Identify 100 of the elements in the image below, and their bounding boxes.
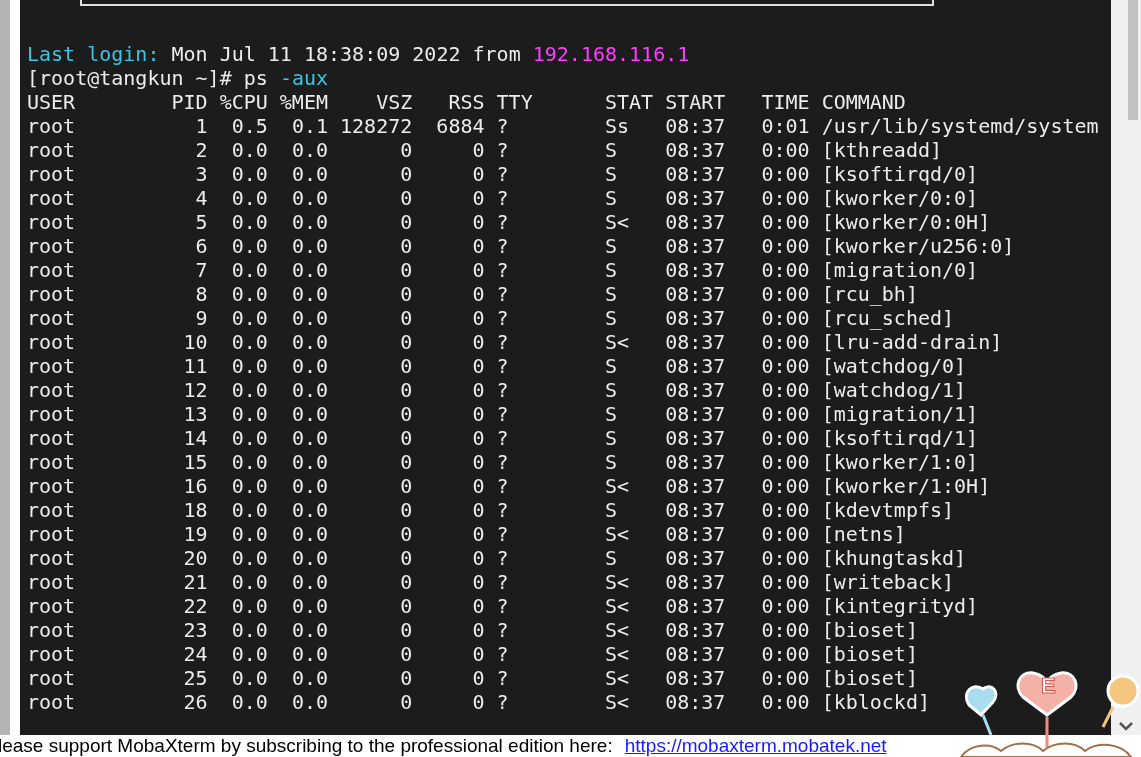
- column-header: TTY: [495, 90, 533, 114]
- login-message: Last login: Mon Jul 11 18:38:09 2022 from 192.168.116.1: [27, 42, 691, 66]
- table-cell: 0: [472, 162, 485, 186]
- table-cell: S<: [604, 666, 629, 690]
- table-cell: 08:37: [665, 330, 726, 354]
- table-cell: 0: [472, 618, 485, 642]
- table-cell: 08:37: [665, 522, 726, 546]
- table-cell: 7: [195, 258, 208, 282]
- column-header: TIME: [761, 90, 810, 114]
- table-cell: 0:00: [761, 642, 810, 666]
- scrollbar[interactable]: [1111, 0, 1141, 735]
- column-header: USER: [27, 90, 76, 114]
- table-cell: 0.0: [231, 378, 268, 402]
- table-cell: root: [27, 114, 76, 138]
- table-cell: 0: [472, 474, 485, 498]
- table-cell: 0.0: [231, 282, 268, 306]
- table-cell: 0: [400, 666, 413, 690]
- table-cell: S: [604, 306, 617, 330]
- table-cell-text: [rcu_sched]: [820, 306, 955, 330]
- table-cell-text: ?: [495, 666, 509, 690]
- column-header: STAT: [604, 90, 654, 114]
- table-cell-text: ?: [495, 546, 509, 570]
- table-cell: 0.0: [291, 594, 328, 618]
- table-cell-text: ?: [495, 570, 509, 594]
- table-cell: 0: [472, 666, 485, 690]
- table-cell-text: ?: [495, 114, 509, 138]
- table-cell: 0: [400, 378, 413, 402]
- table-cell: S<: [604, 522, 629, 546]
- table-cell: S: [604, 426, 617, 450]
- table-cell: 08:37: [665, 138, 726, 162]
- table-cell: 0.0: [291, 330, 328, 354]
- table-cell: 3: [195, 162, 208, 186]
- table-cell: 0: [400, 282, 413, 306]
- table-cell: 0: [400, 162, 413, 186]
- table-cell: 4: [195, 186, 208, 210]
- table-cell-text: [kworker/0:0]: [820, 186, 979, 210]
- table-cell: 08:37: [665, 378, 726, 402]
- table-cell-text: [bioset]: [820, 642, 918, 666]
- table-cell: S<: [604, 570, 629, 594]
- table-cell: 0: [472, 546, 485, 570]
- table-cell: S<: [604, 330, 629, 354]
- table-cell: 0.0: [291, 426, 328, 450]
- table-cell: 0.0: [291, 306, 328, 330]
- table-cell-text: /usr/lib/systemd/system: [820, 114, 1099, 138]
- table-cell: 0: [400, 450, 413, 474]
- table-cell: 0: [400, 642, 413, 666]
- table-cell: root: [27, 282, 76, 306]
- table-cell-text: [netns]: [820, 522, 906, 546]
- table-cell-text: ?: [495, 138, 509, 162]
- table-cell: 0: [400, 354, 413, 378]
- table-cell: 0.0: [231, 642, 268, 666]
- table-cell-text: ?: [495, 306, 509, 330]
- table-cell-text: ?: [495, 426, 509, 450]
- table-cell: 0: [472, 450, 485, 474]
- table-cell: 0.0: [291, 354, 328, 378]
- table-cell: S<: [604, 618, 629, 642]
- column-header: RSS: [448, 90, 485, 114]
- scroll-down-icon[interactable]: [1118, 721, 1134, 731]
- table-cell-text: [khungtaskd]: [820, 546, 967, 570]
- table-cell: root: [27, 474, 76, 498]
- link[interactable]: https://mobaxterm.mobatek.net: [624, 735, 887, 757]
- table-cell-text: [lru-add-drain]: [820, 330, 1003, 354]
- table-cell: root: [27, 450, 76, 474]
- table-cell-text: [kintegrityd]: [820, 594, 979, 618]
- column-header: COMMAND: [820, 90, 906, 114]
- table-cell: 0: [400, 426, 413, 450]
- table-cell-text: [kworker/0:0H]: [820, 210, 991, 234]
- table-cell: 08:37: [665, 402, 726, 426]
- table-cell: root: [27, 402, 76, 426]
- table-cell: 0.0: [231, 426, 268, 450]
- table-cell: 16: [183, 474, 208, 498]
- table-cell-text: [bioset]: [820, 666, 918, 690]
- scrollbar-thumb[interactable]: [1128, 0, 1138, 120]
- table-cell: 13: [183, 402, 208, 426]
- table-cell: 08:37: [665, 186, 726, 210]
- table-cell: 0: [472, 234, 485, 258]
- table-cell: 0:00: [761, 234, 810, 258]
- table-cell: 8: [195, 282, 208, 306]
- table-cell: 0:00: [761, 498, 810, 522]
- table-cell: 0.0: [291, 378, 328, 402]
- table-cell: 0: [400, 306, 413, 330]
- table-cell: root: [27, 618, 76, 642]
- table-cell: 08:37: [665, 690, 726, 714]
- table-cell-text: ?: [495, 162, 509, 186]
- table-cell: 08:37: [665, 210, 726, 234]
- table-cell-text: [kworker/1:0]: [820, 450, 979, 474]
- table-cell: 0.0: [231, 162, 268, 186]
- table-cell-text: [bioset]: [820, 618, 918, 642]
- table-cell: 08:37: [665, 306, 726, 330]
- table-cell: 0.0: [291, 522, 328, 546]
- table-cell: 0: [472, 642, 485, 666]
- table-cell: 0:00: [761, 450, 810, 474]
- table-cell: root: [27, 666, 76, 690]
- table-cell: root: [27, 234, 76, 258]
- table-cell: 08:37: [665, 546, 726, 570]
- table-cell: 0: [472, 498, 485, 522]
- table-cell: 0:00: [761, 138, 810, 162]
- table-cell: 0.0: [231, 258, 268, 282]
- table-cell-text: ?: [495, 330, 509, 354]
- table-cell: 14: [183, 426, 208, 450]
